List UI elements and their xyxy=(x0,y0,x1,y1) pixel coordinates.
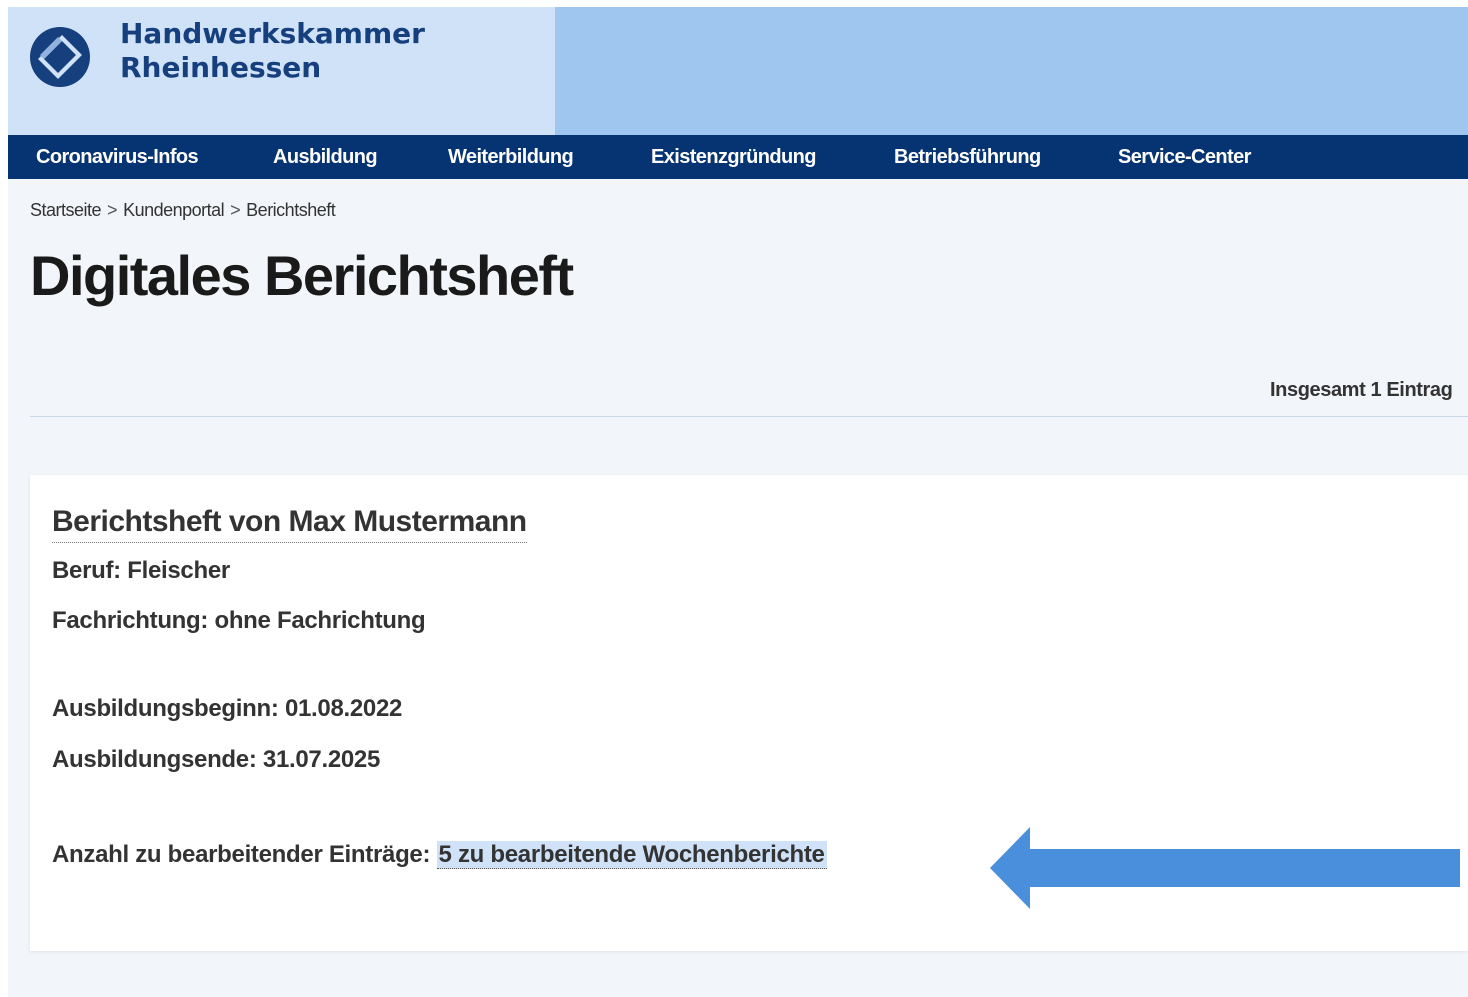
breadcrumb-separator: > xyxy=(230,200,241,220)
nav-item-service-center[interactable]: Service-Center xyxy=(1118,135,1251,179)
report-card-title-link[interactable]: Berichtsheft von Max Mustermann xyxy=(52,505,527,543)
hwk-logo-icon xyxy=(30,27,90,87)
entries-row: Anzahl zu bearbeitender Einträge: 5 zu b… xyxy=(52,841,827,869)
ausbildungsbeginn-text: Ausbildungsbeginn: 01.08.2022 xyxy=(52,695,403,722)
entry-count: Insgesamt 1 Eintrag xyxy=(1270,379,1453,401)
divider xyxy=(30,416,1468,417)
breadcrumb-kundenportal[interactable]: Kundenportal xyxy=(123,200,225,220)
org-name: Handwerkskammer Rheinhessen xyxy=(120,17,425,85)
breadcrumb-separator: > xyxy=(107,200,118,220)
org-name-line1: Handwerkskammer xyxy=(120,17,425,50)
header-banner xyxy=(555,7,1468,135)
nav-item-betriebsfuehrung[interactable]: Betriebsführung xyxy=(894,135,1041,179)
entries-label: Anzahl zu bearbeitender Einträge: xyxy=(52,841,431,868)
beruf-text: Beruf: Fleischer xyxy=(52,557,230,584)
header-brand-area[interactable]: Handwerkskammer Rheinhessen xyxy=(8,7,555,135)
fachrichtung-text: Fachrichtung: ohne Fachrichtung xyxy=(52,607,426,634)
ausbildungsende-text: Ausbildungsende: 31.07.2025 xyxy=(52,746,381,773)
breadcrumb-berichtsheft[interactable]: Berichtsheft xyxy=(246,200,336,220)
breadcrumb-startseite[interactable]: Startseite xyxy=(30,200,102,220)
org-name-line2: Rheinhessen xyxy=(120,51,322,84)
nav-item-weiterbildung[interactable]: Weiterbildung xyxy=(448,135,574,179)
nav-item-ausbildung[interactable]: Ausbildung xyxy=(273,135,378,179)
left-arrow-icon xyxy=(990,827,1460,909)
breadcrumb: Startseite > Kundenportal > Berichtsheft xyxy=(30,200,336,221)
nav-item-existenzgruendung[interactable]: Existenzgründung xyxy=(651,135,816,179)
open-entries-link[interactable]: 5 zu bearbeitende Wochenberichte xyxy=(436,841,827,869)
nav-item-coronavirus-infos[interactable]: Coronavirus-Infos xyxy=(36,135,199,179)
site-header: Handwerkskammer Rheinhessen xyxy=(8,7,1468,135)
main-nav: Coronavirus-Infos Ausbildung Weiterbildu… xyxy=(8,135,1468,179)
page-title: Digitales Berichtsheft xyxy=(30,244,574,307)
